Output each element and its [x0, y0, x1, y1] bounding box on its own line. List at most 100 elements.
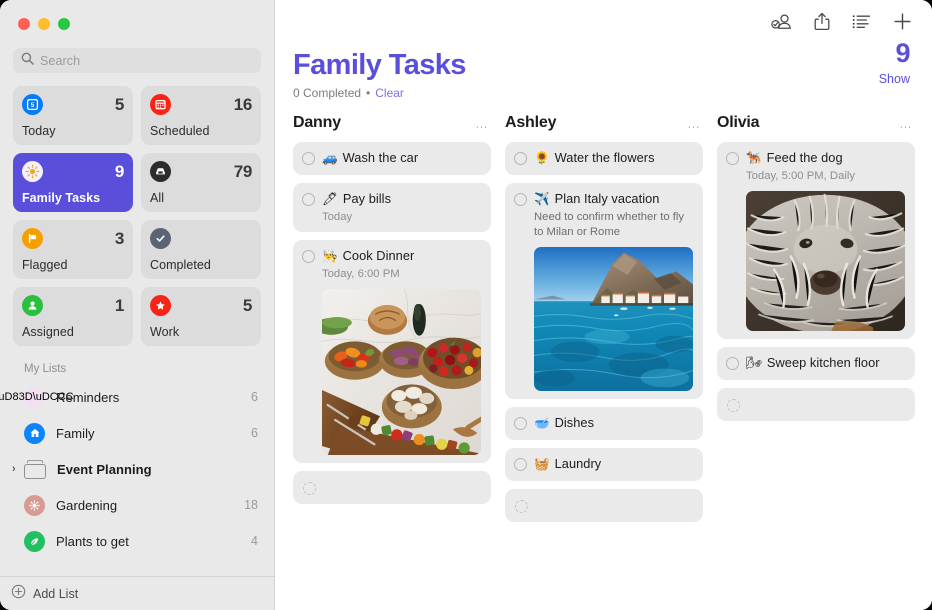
task-checkbox[interactable]: [514, 417, 527, 430]
list-count: 4: [251, 534, 258, 548]
task-title: Wash the car: [343, 150, 419, 166]
minimize-button[interactable]: [38, 18, 50, 30]
task-card[interactable]: 🧺 Laundry: [505, 448, 703, 481]
smart-list-scheduled[interactable]: 16 Scheduled: [141, 86, 261, 145]
task-checkbox[interactable]: [515, 500, 528, 513]
smart-list-today[interactable]: 5 5 Today: [13, 86, 133, 145]
task-checkbox[interactable]: [514, 152, 527, 165]
add-list-button[interactable]: Add List: [0, 576, 274, 610]
list-label: Family: [56, 426, 240, 441]
task-checkbox[interactable]: [303, 482, 316, 495]
task-emoji: 🐕‍🦺: [746, 151, 762, 167]
page-title: Family Tasks: [293, 50, 912, 80]
new-task-row[interactable]: [717, 388, 915, 421]
task-title: Feed the dog: [767, 150, 843, 166]
task-checkbox[interactable]: [726, 152, 739, 165]
close-button[interactable]: [18, 18, 30, 30]
list-label: Gardening: [56, 498, 233, 513]
task-emoji: 🧺: [534, 457, 550, 473]
food-prep-photo: [322, 289, 481, 455]
smart-list-work[interactable]: 5 Work: [141, 287, 261, 346]
share-icon[interactable]: [814, 12, 830, 31]
smart-list-all[interactable]: 79 All: [141, 153, 261, 212]
reminders-window: Search 5 5 Today: [0, 0, 932, 610]
column-ashley: Ashley … 🌻 Water the flowers: [505, 112, 703, 610]
smart-list-family-tasks[interactable]: 9 Family Tasks: [13, 153, 133, 212]
sidebar: Search 5 5 Today: [0, 0, 275, 610]
list-item-plants-to-get[interactable]: Plants to get 4: [0, 523, 274, 559]
task-checkbox[interactable]: [302, 193, 315, 206]
task-checkbox[interactable]: [514, 458, 527, 471]
task-emoji: 🚙: [322, 151, 338, 167]
column-menu-button[interactable]: …: [475, 117, 489, 130]
all-count: 79: [234, 163, 252, 180]
zoom-button[interactable]: [58, 18, 70, 30]
list-item-gardening[interactable]: Gardening 18: [0, 487, 274, 523]
assigned-count: 1: [115, 297, 124, 314]
task-checkbox[interactable]: [302, 152, 315, 165]
task-card[interactable]: 👨‍🍳 Cook Dinner Today, 6:00 PM: [293, 240, 491, 463]
task-card[interactable]: 🌬 Sweep kitchen floor: [717, 347, 915, 380]
task-title: Dishes: [555, 415, 594, 431]
show-button[interactable]: Show: [879, 72, 910, 86]
add-icon[interactable]: [893, 12, 912, 31]
today-label: Today: [22, 124, 124, 138]
list-item-reminders[interactable]: \uD83D\uDCCC Reminders 6: [0, 379, 274, 415]
task-card[interactable]: 🚙 Wash the car: [293, 142, 491, 175]
column-menu-button[interactable]: …: [687, 117, 701, 130]
column-menu-button[interactable]: …: [899, 117, 913, 130]
task-emoji: 🌻: [534, 151, 550, 167]
family-tasks-count: 9: [115, 163, 124, 180]
total-count: 9: [895, 40, 910, 67]
task-emoji: 🥣: [534, 416, 550, 432]
search-placeholder: Search: [40, 54, 80, 68]
new-task-row[interactable]: [293, 471, 491, 504]
task-checkbox[interactable]: [302, 250, 315, 263]
search-input[interactable]: Search: [13, 48, 261, 73]
task-title: Pay bills: [343, 191, 391, 207]
my-lists-header: My Lists: [0, 346, 274, 379]
task-emoji: 👨‍🍳: [322, 249, 338, 265]
italy-coast-photo: [534, 247, 693, 392]
task-checkbox[interactable]: [727, 399, 740, 412]
list-label: Event Planning: [57, 462, 247, 477]
flag-icon: [22, 228, 43, 249]
all-label: All: [150, 191, 252, 205]
task-columns: Danny … 🚙 Wash the car: [275, 100, 932, 610]
task-card[interactable]: 🥣 Dishes: [505, 407, 703, 440]
task-due-date: Today, 6:00 PM: [322, 267, 481, 282]
smart-list-flagged[interactable]: 3 Flagged: [13, 220, 133, 279]
task-card[interactable]: ✈️ Plan Italy vacation Need to confirm w…: [505, 183, 703, 399]
column-title: Danny: [293, 114, 341, 132]
new-task-row[interactable]: [505, 489, 703, 522]
list-view-icon[interactable]: [852, 14, 871, 29]
column-danny: Danny … 🚙 Wash the car: [293, 112, 491, 610]
task-card[interactable]: 🐕‍🦺 Feed the dog Today, 5:00 PM, Daily: [717, 142, 915, 339]
task-card[interactable]: 🖊 Pay bills Today: [293, 183, 491, 232]
assigned-label: Assigned: [22, 325, 124, 339]
flagged-count: 3: [115, 230, 124, 247]
task-checkbox[interactable]: [726, 357, 739, 370]
task-emoji: 🖊: [322, 192, 338, 208]
task-title: Laundry: [555, 456, 602, 472]
toolbar: [275, 0, 932, 42]
clear-button[interactable]: Clear: [375, 86, 404, 100]
task-due-date: Today, 5:00 PM, Daily: [746, 169, 905, 184]
smart-list-completed[interactable]: Completed: [141, 220, 261, 279]
scheduled-label: Scheduled: [150, 124, 252, 138]
chevron-right-icon[interactable]: ›: [12, 463, 16, 475]
smart-list-assigned[interactable]: 1 Assigned: [13, 287, 133, 346]
task-checkbox[interactable]: [514, 193, 527, 206]
list-item-family[interactable]: Family 6: [0, 415, 274, 451]
star-icon: [150, 295, 171, 316]
search-container: Search: [0, 42, 274, 73]
today-count: 5: [115, 96, 124, 113]
assigned-person-icon[interactable]: [771, 13, 792, 30]
pushpin-icon: \uD83D\uDCCC: [24, 387, 45, 408]
leaf-icon: [24, 531, 45, 552]
task-card[interactable]: 🌻 Water the flowers: [505, 142, 703, 175]
list-count: 18: [244, 498, 258, 512]
list-group-event-planning[interactable]: › Event Planning: [0, 451, 274, 487]
completed-count-text: 0 Completed: [293, 86, 361, 100]
plus-circle-icon: [11, 584, 26, 604]
